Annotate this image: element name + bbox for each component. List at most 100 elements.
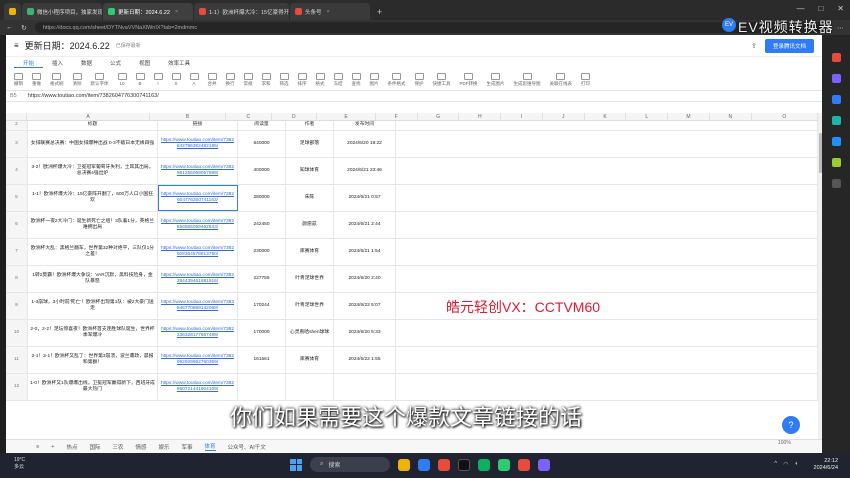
toolbar-button[interactable]: S	[171, 73, 181, 86]
cell-title[interactable]: 女排联赛总决赛：中国女排爆种出战 0-3不敌日本无缘四强	[28, 131, 158, 157]
article-link[interactable]: https://www.toutiao.com/item/73829929299…	[160, 354, 235, 366]
doc-title[interactable]: 更新日期：2024.6.22	[25, 39, 110, 52]
toolbar-button[interactable]: 合并	[207, 72, 217, 87]
extension-icon[interactable]	[831, 74, 841, 83]
menu-data[interactable]: 数据	[72, 59, 101, 67]
row-number[interactable]: 5	[6, 185, 28, 211]
menu-view[interactable]: 视图	[130, 59, 159, 67]
toolbar-button[interactable]: 清除	[72, 72, 82, 87]
toolbar-button[interactable]: 生成图片	[487, 72, 505, 87]
cell-title[interactable]: 2-1！3-1！欧洲杯又乱了：世界第3崩溃，波兰遭政，晨报和第群！	[28, 347, 158, 373]
header-cell[interactable]: 标题	[28, 121, 158, 130]
toolbar-button[interactable]: 排序	[297, 72, 307, 87]
extension-icon[interactable]	[831, 95, 841, 104]
url-input[interactable]: https://docs.qq.com/sheet/DYTNvaVVNaXlWn…	[34, 22, 829, 33]
menu-insert[interactable]: 插入	[43, 59, 72, 67]
column-header[interactable]: F	[376, 113, 418, 120]
row-number[interactable]: 10	[6, 320, 28, 346]
maximize-icon[interactable]: □	[818, 4, 823, 13]
close-window-icon[interactable]: ✕	[837, 4, 844, 13]
cell-link[interactable]: https://www.toutiao.com/item/73826083645…	[158, 239, 238, 265]
toolbar-button[interactable]: 图片	[369, 72, 379, 87]
cell-time[interactable]	[334, 374, 396, 400]
toolbar-button[interactable]: 重做	[32, 72, 41, 87]
sheet-tab[interactable]: 三农	[112, 443, 123, 451]
app-icon[interactable]	[438, 458, 450, 471]
refresh-icon[interactable]: ↻	[21, 24, 27, 32]
row-number[interactable]: 6	[6, 212, 28, 238]
add-sheet-icon[interactable]: +	[51, 444, 54, 450]
search-box[interactable]: ⌕ 搜索	[310, 457, 390, 472]
close-icon[interactable]: ×	[327, 9, 330, 15]
cell-time[interactable]: 2024/6/20 5:33	[334, 320, 396, 346]
zoom-level[interactable]: 100%	[778, 440, 791, 446]
empty-cells[interactable]	[396, 266, 818, 292]
toolbar-button[interactable]: 快捷工具	[433, 72, 451, 87]
toolbar-button[interactable]: 常规	[243, 72, 253, 87]
toolbar-button[interactable]: 冻结	[333, 72, 343, 87]
empty-cells[interactable]	[396, 347, 818, 373]
sheet-tab[interactable]: 热点	[66, 443, 77, 451]
app-icon[interactable]	[498, 458, 510, 471]
toolbar-button[interactable]: 条件格式	[388, 72, 406, 87]
cell-link[interactable]: https://www.toutiao.com/item/73822844394…	[158, 266, 238, 292]
cell-reads[interactable]: 230000	[238, 239, 286, 265]
spreadsheet-grid[interactable]: ABCDEFGHIJKLMNO 2 标题 链接 阅读量 作者 发布时间 3 女排联…	[6, 113, 818, 439]
wifi-icon[interactable]: ◠	[783, 461, 788, 468]
column-header[interactable]: B	[150, 113, 227, 120]
cell-reads[interactable]: 400000	[238, 158, 286, 184]
cell-time[interactable]: 2024/6/21 1:54	[334, 239, 396, 265]
cell-link[interactable]: https://www.toutiao.com/item/73829812550…	[158, 158, 238, 184]
header-cell[interactable]: 阅读量	[238, 121, 286, 130]
header-cell[interactable]: 作者	[286, 121, 334, 130]
toolbar-button[interactable]: I	[153, 73, 163, 86]
extension-icon[interactable]	[831, 158, 841, 167]
cell-time[interactable]: 2024/6/21 23:46	[334, 158, 396, 184]
cell-reads[interactable]: 170244	[238, 293, 286, 319]
column-header[interactable]: O	[752, 113, 818, 120]
toolbar-button[interactable]: 打印	[581, 72, 590, 87]
cell-author[interactable]: 叶青足球世界	[286, 266, 334, 292]
cell-link[interactable]: https://www.toutiao.com/item/73826427963…	[158, 131, 238, 157]
toolbar-button[interactable]: B	[135, 73, 145, 86]
toolbar-button[interactable]: 保护	[414, 72, 424, 87]
formula-input[interactable]: https://www.toutiao.com/item/73826047763…	[28, 93, 159, 99]
cell-time[interactable]: 2024/6/20 19:22	[334, 131, 396, 157]
toolbar-button[interactable]: 默认字体	[91, 72, 109, 87]
column-header[interactable]: N	[710, 113, 752, 120]
clock[interactable]: 22:12 2024/6/24	[814, 458, 838, 472]
weather-widget[interactable]: 19°C 多云	[14, 457, 25, 471]
cell-link[interactable]: https://www.toutiao.com/item/73826047763…	[158, 185, 238, 211]
close-icon[interactable]: ×	[175, 9, 178, 15]
cell-link[interactable]: https://www.toutiao.com/item/73823363281…	[158, 320, 238, 346]
cell-title[interactable]: 2-0，2-2！足坛惊喜夜！欧洲杯首支连胜球队诞生，世界杯季军爆冷	[28, 320, 158, 346]
sheet-tab[interactable]: 娱乐	[159, 443, 170, 451]
cell-title[interactable]: 欧洲杯大乱：黑格兰翻车，世界第32种对绝平，三队仅1分之差！	[28, 239, 158, 265]
column-header[interactable]: H	[459, 113, 502, 120]
column-header[interactable]: I	[501, 113, 543, 120]
row-number[interactable]: 4	[6, 158, 28, 184]
cell-link[interactable]: https://www.toutiao.com/item/73829929299…	[158, 347, 238, 373]
app-icon[interactable]	[538, 458, 550, 471]
article-link[interactable]: https://www.toutiao.com/item/73838467706…	[160, 300, 235, 312]
menu-icon[interactable]: ≡	[14, 41, 19, 50]
row-number[interactable]: 9	[6, 293, 28, 319]
column-header[interactable]: K	[585, 113, 627, 120]
cell-time[interactable]: 2024/6/21 0:57	[334, 185, 396, 211]
extension-icon[interactable]	[831, 116, 841, 125]
app-icon[interactable]	[458, 458, 470, 471]
toolbar-button[interactable]: PDF转换	[460, 72, 478, 87]
browser-tab[interactable]	[4, 3, 21, 20]
toolbar-button[interactable]: 格式	[315, 72, 325, 87]
toolbar-button[interactable]: 撤销	[14, 72, 23, 87]
cell-title[interactable]: 1-3崩球，3小时前'死亡'！欧洲杯出现第1队：被2大豪门送走	[28, 293, 158, 319]
cell-reads[interactable]: 161561	[238, 347, 286, 373]
cell-reads[interactable]: 242450	[238, 212, 286, 238]
column-header[interactable]: L	[626, 113, 669, 120]
app-icon[interactable]	[418, 458, 430, 471]
cell-author[interactable]: 知球体育	[286, 158, 334, 184]
empty-cells[interactable]	[396, 158, 818, 184]
menu-start[interactable]: 开始	[14, 59, 44, 68]
row-number[interactable]: 7	[6, 239, 28, 265]
cell-title[interactable]: 欧洲杯一夜2大冷门：诞生新死亡之组！3队着1分，英格兰难拥出局	[28, 212, 158, 238]
